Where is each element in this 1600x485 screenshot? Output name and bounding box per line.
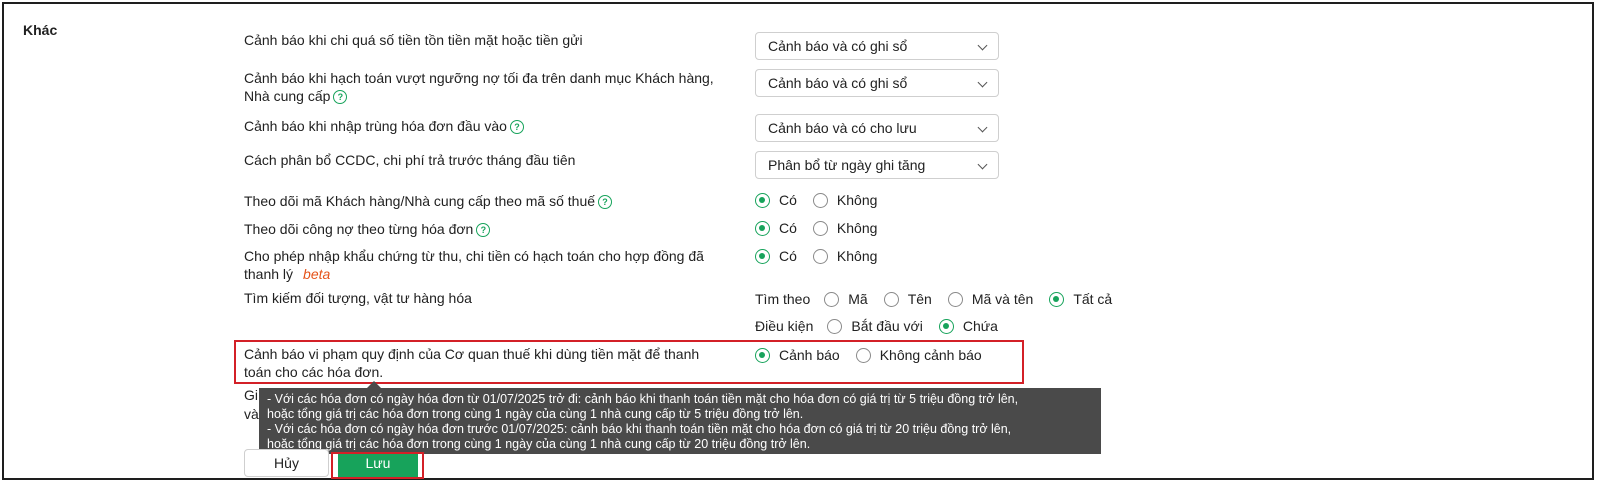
track-debt-invoice-radios: Có Không [755,218,893,238]
radio-warn[interactable]: Cảnh báo [755,347,840,363]
row-partial-label-2: và [244,406,259,422]
debt-limit-select[interactable]: Cảnh báo và có ghi sổ [755,69,999,97]
radio-dot [755,347,770,363]
tooltip-line: - Với các hóa đơn có ngày hóa đơn từ 01/… [267,392,1019,406]
save-button[interactable]: Lưu [338,454,418,477]
radio-dot [883,291,899,307]
row-ccdc-allocation-label: Cách phân bổ CCDC, chi phí trả trước thá… [244,152,576,168]
row-search-object-label: Tìm kiếm đối tượng, vật tư hàng hóa [244,290,472,306]
section-title: Khác [23,22,58,38]
cash-violation-radios: Cảnh báo Không cảnh báo [755,345,998,365]
radio-starts-with[interactable]: Bắt đầu với [827,318,923,334]
radio-no[interactable]: Không [812,248,877,264]
search-by-radios: Tìm theo Mã Tên Mã và tên Tất cả [755,289,1128,309]
radio-dot [1049,291,1065,307]
radio-contains[interactable]: Chứa [938,318,998,334]
radio-yes[interactable]: Có [755,192,797,208]
import-liquidated-contract-radios: Có Không [755,246,893,266]
tooltip-arrow [367,381,381,388]
tooltip-line: hoặc tổng giá trị các hóa đơn trong cùng… [267,437,811,451]
row-cash-overspend-label: Cảnh báo khi chi quá số tiền tồn tiền mặ… [244,32,583,48]
row-cash-violation-label: Cảnh báo vi phạm quy định của Cơ quan th… [244,346,700,380]
help-circle-icon[interactable]: ? [333,90,348,104]
help-circle-icon[interactable]: ? [476,223,491,237]
radio-dot [938,318,954,334]
radio-search-code-name[interactable]: Mã và tên [947,291,1033,307]
chevron-down-icon [977,40,988,51]
row-import-liquidated-contract-label: Cho phép nhập khẩu chứng từ thu, chi tiề… [244,248,704,282]
radio-no[interactable]: Không [812,220,877,236]
search-by-label: Tìm theo [755,291,811,307]
tooltip: - Với các hóa đơn có ngày hóa đơn từ 01/… [259,388,1101,454]
ccdc-allocation-select[interactable]: Phân bổ từ ngày ghi tăng [755,151,999,179]
radio-dot [812,248,828,264]
radio-dot [812,192,828,208]
radio-dot [755,248,770,264]
row-track-debt-invoice-label: Theo dõi công nợ theo từng hóa đơn? [244,220,734,238]
track-by-taxcode-radios: Có Không [755,190,893,210]
cancel-button[interactable]: Hủy [244,449,329,477]
tooltip-line: hoặc tổng giá trị các hóa đơn trong cùng… [267,407,804,421]
radio-search-code[interactable]: Mã [824,291,868,307]
radio-dot [827,318,843,334]
radio-yes[interactable]: Có [755,220,797,236]
radio-dot [947,291,963,307]
chevron-down-icon [977,77,988,88]
radio-no-warn[interactable]: Không cảnh báo [855,347,982,363]
chevron-down-icon [977,122,988,133]
radio-search-name[interactable]: Tên [883,291,932,307]
beta-badge: beta [303,266,331,282]
radio-dot [755,192,770,208]
radio-no[interactable]: Không [812,192,877,208]
row-duplicate-invoice-label: Cảnh báo khi nhập trùng hóa đơn đầu vào? [244,117,734,135]
condition-label: Điều kiện [755,318,814,334]
duplicate-invoice-select[interactable]: Cảnh báo và có cho lưu [755,114,999,142]
radio-dot [812,220,828,236]
help-circle-icon[interactable]: ? [509,120,524,134]
radio-dot [855,347,871,363]
chevron-down-icon [977,159,988,170]
help-circle-icon[interactable]: ? [598,195,613,209]
row-partial-label-1: Gi [244,387,258,403]
tooltip-line: - Với các hóa đơn có ngày hóa đơn trước … [267,422,1012,436]
cash-overspend-select[interactable]: Cảnh báo và có ghi sổ [755,32,999,60]
radio-dot [755,220,770,236]
condition-radios: Điều kiện Bắt đầu với Chứa [755,316,1014,336]
radio-search-all[interactable]: Tất cả [1049,291,1112,307]
radio-yes[interactable]: Có [755,248,797,264]
radio-dot [824,291,840,307]
row-track-by-taxcode-label: Theo dõi mã Khách hàng/Nhà cung cấp theo… [244,192,734,210]
row-debt-limit-label: Cảnh báo khi hạch toán vượt ngưỡng nợ tố… [244,70,714,104]
